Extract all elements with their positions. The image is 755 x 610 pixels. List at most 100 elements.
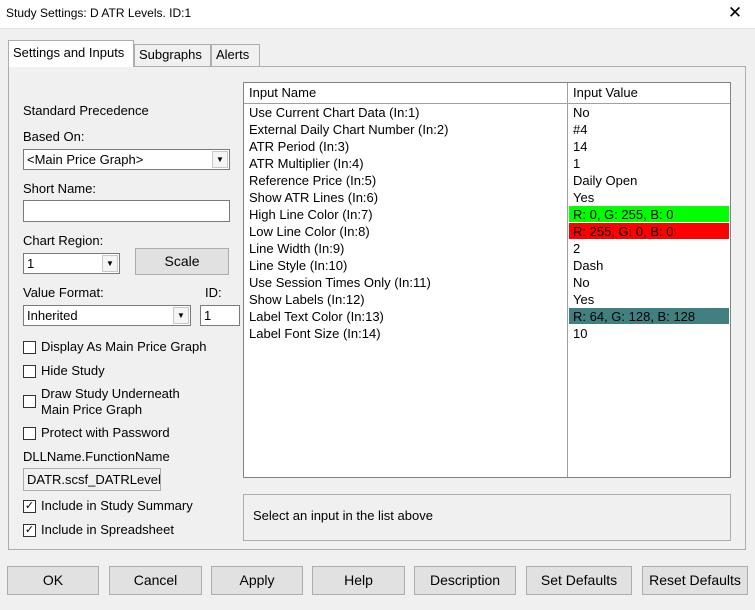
color-swatch-cell[interactable]: R: 0, G: 255, B: 0 — [569, 206, 729, 222]
input-value-text: No — [573, 105, 590, 120]
grid-row[interactable]: Reference Price (In:5) Daily Open — [244, 172, 730, 189]
checkbox-box[interactable] — [23, 365, 36, 378]
checkbox-box[interactable] — [23, 427, 36, 440]
id-label: ID: — [205, 285, 222, 300]
input-value-text: Dash — [573, 258, 604, 273]
value-format-value: Inherited — [27, 308, 78, 323]
input-value-text: R: 255, G: 0, B: 0 — [573, 224, 674, 239]
chevron-down-icon[interactable]: ▼ — [102, 255, 118, 272]
id-input[interactable]: 1 — [200, 305, 240, 326]
column-header-input-value[interactable]: Input Value — [573, 85, 638, 100]
grid-row[interactable]: ATR Multiplier (In:4) 1 — [244, 155, 730, 172]
include-summary-checkbox[interactable]: ✓ Include in Study Summary — [23, 498, 223, 516]
draw-underneath-label-line1: Draw Study Underneath — [41, 386, 180, 401]
inputs-grid[interactable]: Input Name Input Value Use Current Chart… — [243, 82, 731, 478]
chevron-down-icon[interactable]: ▼ — [212, 151, 228, 168]
grid-row[interactable]: Label Text Color (In:13) R: 64, G: 128, B… — [244, 308, 730, 325]
protect-password-checkbox[interactable]: Protect with Password — [23, 425, 223, 443]
input-name-cell[interactable]: Show ATR Lines (In:6) — [249, 190, 378, 205]
input-name-cell[interactable]: Use Session Times Only (In:11) — [249, 275, 431, 290]
column-header-input-name[interactable]: Input Name — [249, 85, 316, 100]
description-button[interactable]: Description — [414, 566, 516, 595]
grid-header: Input Name Input Value — [244, 83, 730, 104]
standard-precedence-label: Standard Precedence — [23, 103, 149, 118]
input-name-cell[interactable]: Line Style (In:10) — [249, 258, 347, 273]
input-description-text: Select an input in the list above — [253, 508, 433, 523]
protect-password-label: Protect with Password — [41, 425, 170, 440]
include-spreadsheet-label: Include in Spreadsheet — [41, 522, 174, 537]
input-name-cell[interactable]: Line Width (In:9) — [249, 241, 344, 256]
display-as-main-checkbox[interactable]: Display As Main Price Graph — [23, 339, 223, 357]
checkbox-box[interactable] — [23, 395, 36, 408]
grid-row[interactable]: High Line Color (In:7) R: 0, G: 255, B: 0 — [244, 206, 730, 223]
input-value-cell[interactable]: 14 — [569, 138, 729, 154]
input-value-cell[interactable]: 1 — [569, 155, 729, 171]
input-name-cell[interactable]: Label Text Color (In:13) — [249, 309, 384, 324]
input-value-cell[interactable]: #4 — [569, 121, 729, 137]
apply-button[interactable]: Apply — [211, 566, 303, 595]
input-value-cell[interactable]: No — [569, 274, 729, 290]
input-value-cell[interactable]: Dash — [569, 257, 729, 273]
input-name-cell[interactable]: Show Labels (In:12) — [249, 292, 365, 307]
grid-row[interactable]: Low Line Color (In:8) R: 255, G: 0, B: 0 — [244, 223, 730, 240]
grid-row[interactable]: Use Session Times Only (In:11) No — [244, 274, 730, 291]
chevron-down-icon[interactable]: ▼ — [173, 307, 189, 324]
grid-row[interactable]: Show ATR Lines (In:6) Yes — [244, 189, 730, 206]
id-value: 1 — [204, 308, 212, 323]
value-format-label: Value Format: — [23, 285, 104, 300]
chart-region-value: 1 — [27, 256, 35, 271]
window-title: Study Settings: D ATR Levels. ID:1 — [6, 6, 192, 20]
help-button[interactable]: Help — [312, 566, 405, 595]
color-swatch-cell[interactable]: R: 64, G: 128, B: 128 — [569, 308, 729, 324]
based-on-value: <Main Price Graph> — [27, 152, 144, 167]
grid-row[interactable]: Line Width (In:9) 2 — [244, 240, 730, 257]
tab-alerts[interactable]: Alerts — [211, 44, 260, 66]
tab-settings-and-inputs[interactable]: Settings and Inputs — [8, 40, 134, 67]
input-name-cell[interactable]: Label Font Size (In:14) — [249, 326, 381, 341]
hide-study-label: Hide Study — [41, 363, 105, 378]
grid-row[interactable]: External Daily Chart Number (In:2) #4 — [244, 121, 730, 138]
include-spreadsheet-checkbox[interactable]: ✓ Include in Spreadsheet — [23, 522, 223, 540]
tab-subgraphs[interactable]: Subgraphs — [134, 44, 211, 66]
input-value-cell[interactable]: 2 — [569, 240, 729, 256]
set-defaults-button[interactable]: Set Defaults — [526, 566, 632, 595]
hide-study-checkbox[interactable]: Hide Study — [23, 363, 223, 381]
grid-row[interactable]: Show Labels (In:12) Yes — [244, 291, 730, 308]
input-name-cell[interactable]: High Line Color (In:7) — [249, 207, 373, 222]
draw-underneath-checkbox[interactable]: Draw Study Underneath Main Price Graph — [23, 386, 223, 420]
cancel-button[interactable]: Cancel — [109, 566, 202, 595]
checkbox-box[interactable]: ✓ — [23, 500, 36, 513]
input-value-text: Yes — [573, 190, 595, 205]
color-swatch-cell[interactable]: R: 255, G: 0, B: 0 — [569, 223, 729, 239]
reset-defaults-button[interactable]: Reset Defaults — [642, 566, 748, 595]
input-value-cell[interactable]: 10 — [569, 325, 729, 341]
display-as-main-label: Display As Main Price Graph — [41, 339, 207, 354]
checkbox-box[interactable] — [23, 341, 36, 354]
input-value-cell[interactable]: Daily Open — [569, 172, 729, 188]
input-name-cell[interactable]: External Daily Chart Number (In:2) — [249, 122, 448, 137]
dll-name-input[interactable]: DATR.scsf_DATRLevels — [23, 468, 161, 491]
based-on-dropdown[interactable]: <Main Price Graph> ▼ — [23, 149, 230, 170]
grid-row[interactable]: Line Style (In:10) Dash — [244, 257, 730, 274]
input-name-cell[interactable]: Reference Price (In:5) — [249, 173, 376, 188]
input-value-text: 10 — [573, 326, 588, 341]
input-value-text: 2 — [573, 241, 581, 256]
input-value-cell[interactable]: No — [569, 104, 729, 120]
short-name-input[interactable] — [23, 200, 230, 222]
ok-button[interactable]: OK — [7, 566, 99, 595]
input-name-cell[interactable]: ATR Multiplier (In:4) — [249, 156, 364, 171]
input-value-cell[interactable]: Yes — [569, 291, 729, 307]
input-name-cell[interactable]: Low Line Color (In:8) — [249, 224, 370, 239]
include-summary-label: Include in Study Summary — [41, 498, 193, 513]
input-name-cell[interactable]: ATR Period (In:3) — [249, 139, 349, 154]
close-icon[interactable]: ✕ — [715, 0, 755, 28]
scale-button[interactable]: Scale — [135, 248, 229, 275]
grid-row[interactable]: Label Font Size (In:14) 10 — [244, 325, 730, 342]
value-format-dropdown[interactable]: Inherited ▼ — [23, 305, 191, 326]
input-value-cell[interactable]: Yes — [569, 189, 729, 205]
grid-row[interactable]: ATR Period (In:3) 14 — [244, 138, 730, 155]
grid-row[interactable]: Use Current Chart Data (In:1) No — [244, 104, 730, 121]
chart-region-dropdown[interactable]: 1 ▼ — [23, 253, 120, 274]
input-name-cell[interactable]: Use Current Chart Data (In:1) — [249, 105, 420, 120]
checkbox-box[interactable]: ✓ — [23, 524, 36, 537]
